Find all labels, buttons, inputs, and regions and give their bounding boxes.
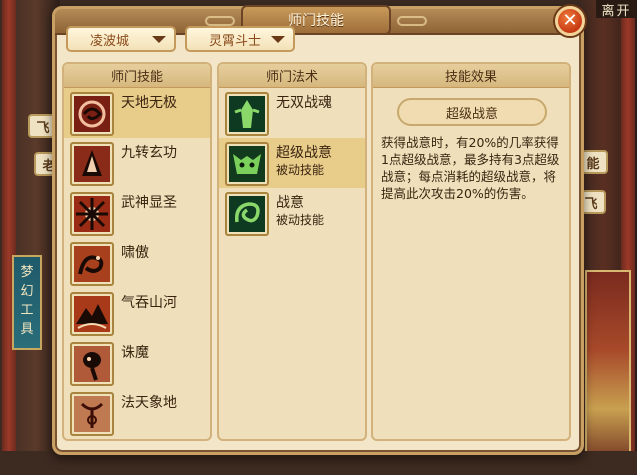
background-banner: 梦 幻 工 具: [12, 255, 42, 350]
skill-item[interactable]: 诛魔: [64, 338, 210, 388]
background-cabinet: [585, 270, 631, 470]
title-ornament: [205, 16, 235, 26]
magic-name: 超级战意: [276, 145, 332, 161]
effect-skill-name: 超级战意: [397, 98, 547, 126]
sect-skills-header: 师门技能: [64, 64, 210, 88]
skill-item[interactable]: 九转玄功: [64, 138, 210, 188]
sigil-icon: [74, 396, 110, 432]
swirl-icon: [229, 196, 265, 232]
serpent-icon: [74, 96, 110, 132]
magic-item[interactable]: 无双战魂: [219, 88, 365, 138]
sect-magic-column: 师门法术 无双战魂 超级战意 被动技能 战意 被动技能: [217, 62, 367, 441]
close-icon: ✕: [562, 10, 578, 31]
magic-item[interactable]: 战意 被动技能: [219, 188, 365, 238]
magic-name: 无双战魂: [276, 95, 332, 111]
city-dropdown-value: 凌波城: [90, 33, 130, 49]
sect-magic-header: 师门法术: [219, 64, 365, 88]
sect-skills-column: 师门技能 天地无极 九转玄功 武神显圣 啸傲 气吞山河 诛魔 法天象地: [62, 62, 212, 441]
close-button[interactable]: ✕: [555, 6, 585, 36]
skill-effect-column: 技能效果 超级战意 获得战意时，有20%的几率获得1点超级战意，最多持有3点超级…: [371, 62, 571, 441]
magic-item[interactable]: 超级战意 被动技能: [219, 138, 365, 188]
background-pillar: [2, 0, 16, 475]
leave-label[interactable]: 离开: [596, 0, 637, 19]
skill-name: 天地无极: [121, 95, 177, 111]
skill-name: 啸傲: [121, 245, 149, 261]
demon-face-icon: [229, 146, 265, 182]
skill-item[interactable]: 天地无极: [64, 88, 210, 138]
mask-icon: [74, 346, 110, 382]
warrior-icon: [229, 96, 265, 132]
tower-icon: [74, 146, 110, 182]
city-dropdown[interactable]: 凌波城: [66, 26, 176, 52]
dragon-icon: [74, 246, 110, 282]
skill-name: 武神显圣: [121, 195, 177, 211]
skill-item[interactable]: 气吞山河: [64, 288, 210, 338]
chevron-down-icon: [271, 36, 285, 43]
title-ornament: [397, 16, 427, 26]
magic-name: 战意: [276, 195, 304, 211]
skill-name: 诛魔: [121, 345, 149, 361]
skill-name: 气吞山河: [121, 295, 177, 311]
class-dropdown[interactable]: 灵霄斗士: [185, 26, 295, 52]
magic-type: 被动技能: [276, 213, 325, 227]
effect-description: 获得战意时，有20%的几率获得1点超级战意，最多持有3点超级战意；每点消耗的超级…: [381, 135, 560, 201]
burst-icon: [74, 196, 110, 232]
skill-name: 九转玄功: [121, 145, 177, 161]
magic-type: 被动技能: [276, 163, 325, 177]
skill-effect-header: 技能效果: [373, 64, 569, 88]
chevron-down-icon: [152, 36, 166, 43]
skill-item[interactable]: 法天象地: [64, 388, 210, 438]
skill-item[interactable]: 武神显圣: [64, 188, 210, 238]
skill-item[interactable]: 啸傲: [64, 238, 210, 288]
mountain-icon: [74, 296, 110, 332]
class-dropdown-value: 灵霄斗士: [209, 33, 262, 49]
skill-name: 法天象地: [121, 395, 177, 411]
